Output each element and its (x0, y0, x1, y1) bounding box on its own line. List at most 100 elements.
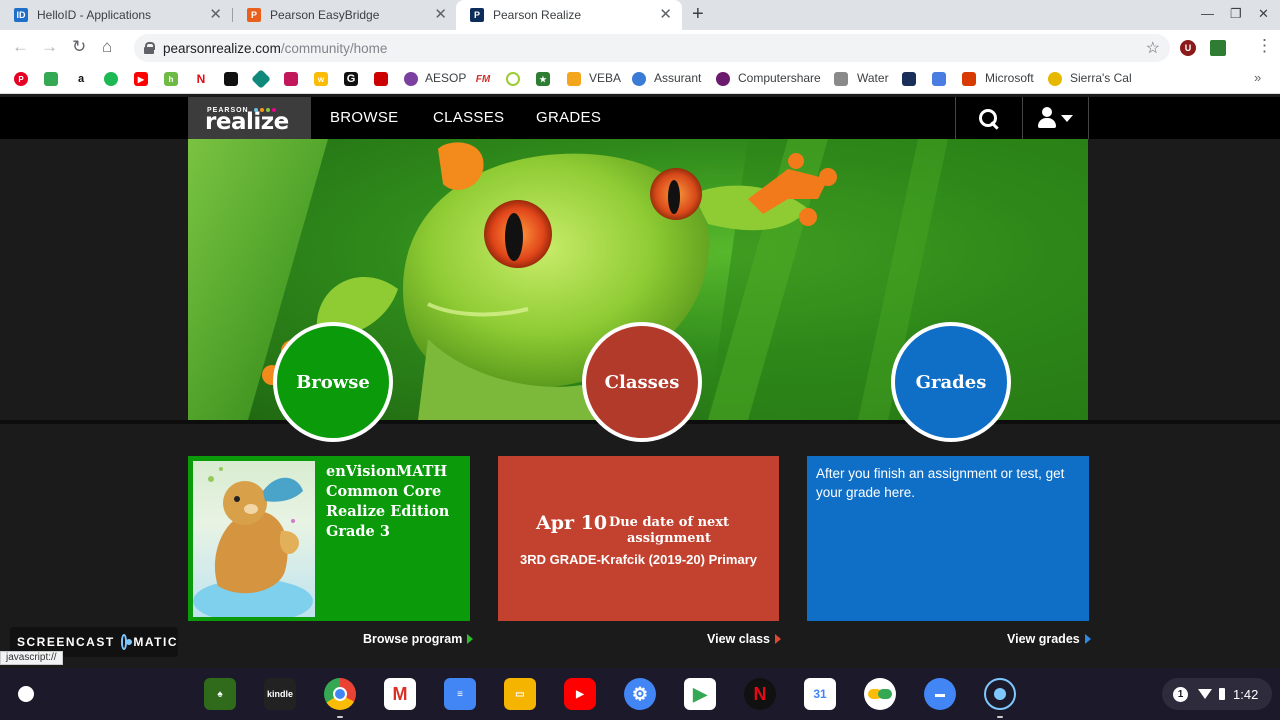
reload-icon[interactable]: ↻ (72, 37, 86, 57)
close-icon[interactable]: ✕ (659, 7, 672, 23)
bookmark-diamond-icon[interactable] (251, 69, 271, 89)
bookmark-veba[interactable]: VEBA (589, 71, 621, 85)
running-indicator (997, 716, 1003, 718)
google-slides-icon[interactable]: ▭ (504, 678, 536, 710)
grades-card[interactable]: After you finish an assignment or test, … (807, 456, 1089, 621)
tab-easybridge[interactable]: P Pearson EasyBridge ✕ (233, 0, 457, 30)
view-grades-link[interactable]: View grades (1007, 632, 1091, 646)
extension-green-icon[interactable] (1210, 40, 1226, 56)
google-docs-icon[interactable]: ≡ (444, 678, 476, 710)
home-icon[interactable]: ⌂ (102, 37, 112, 57)
chrome-icon[interactable] (324, 678, 356, 710)
solitaire-icon[interactable]: ♠ (204, 678, 236, 710)
aesop-icon[interactable] (404, 72, 418, 86)
logo-dot (254, 108, 258, 112)
bookmark-red-icon[interactable] (374, 72, 388, 86)
microsoft-icon[interactable] (962, 72, 976, 86)
browse-circle-button[interactable]: Browse (273, 322, 393, 442)
close-icon[interactable]: ✕ (434, 7, 447, 23)
nav-browse[interactable]: BROWSE (330, 109, 398, 126)
program-cover-image[interactable] (193, 461, 315, 623)
gmail-icon[interactable]: M (384, 678, 416, 710)
tab-label: Pearson Realize (493, 8, 582, 22)
pinterest-icon[interactable]: P (14, 72, 28, 86)
back-icon[interactable]: ← (12, 37, 29, 57)
status-tray[interactable]: 1 1:42 (1162, 678, 1272, 710)
computershare-icon[interactable] (716, 72, 730, 86)
grades-circle-button[interactable]: Grades (891, 322, 1011, 442)
program-title[interactable]: enVisionMATH Common Core Realize Edition… (326, 462, 449, 542)
nav-divider (955, 97, 956, 139)
forward-icon[interactable]: → (41, 37, 58, 57)
nav-divider (1022, 97, 1023, 139)
close-icon[interactable]: ✕ (209, 7, 222, 23)
view-class-label: View class (707, 632, 771, 646)
close-window-icon[interactable]: ✕ (1258, 6, 1269, 22)
bookmark-computershare[interactable]: Computershare (738, 71, 821, 85)
bookmark-owl-icon[interactable] (902, 72, 916, 86)
running-indicator (337, 716, 343, 718)
nav-classes[interactable]: CLASSES (433, 109, 504, 126)
assurant-icon[interactable] (632, 72, 646, 86)
record-dot (994, 688, 1006, 700)
hulu-icon[interactable]: h (164, 72, 178, 86)
google-calendar-icon[interactable]: 31 (804, 678, 836, 710)
browse-card[interactable]: enVisionMATH Common Core Realize Edition… (188, 456, 470, 623)
user-menu-icon[interactable] (1036, 107, 1076, 131)
fm-icon[interactable]: FM (476, 72, 490, 86)
realize-logo[interactable]: PEARSON realize (188, 97, 311, 139)
bookmark-star-icon[interactable]: ☆ (1146, 38, 1160, 58)
search-icon[interactable] (978, 108, 1000, 130)
bookmark-n-icon[interactable] (506, 72, 520, 86)
classes-card[interactable]: Apr 10 Due date of next assignment 3RD G… (498, 456, 779, 621)
settings-gear-icon[interactable]: ⚙ (624, 678, 656, 710)
chat-bubbles-icon[interactable] (864, 678, 896, 710)
user-torso (1038, 118, 1056, 128)
bookmark-calendar-icon[interactable] (284, 72, 298, 86)
sierra-icon[interactable] (1048, 72, 1062, 86)
bookmark-assurant[interactable]: Assurant (654, 71, 701, 85)
files-icon[interactable]: ▬ (924, 678, 956, 710)
bubble (878, 689, 892, 699)
bookmark-contact-icon[interactable] (932, 72, 946, 86)
view-class-link[interactable]: View class (707, 632, 782, 646)
veba-icon[interactable] (567, 72, 581, 86)
amazon-icon[interactable]: a (74, 72, 88, 86)
launcher-icon[interactable] (10, 678, 42, 710)
classes-circle-button[interactable]: Classes (582, 322, 702, 442)
water-icon[interactable] (834, 72, 848, 86)
nav-grades[interactable]: GRADES (536, 109, 601, 126)
browse-program-link[interactable]: Browse program (363, 632, 474, 646)
chromeos-shelf: ♠ kindle M ≡ ▭ ▶ ⚙ ▶ N 31 ▬ 1 1:42 (0, 668, 1280, 720)
youtube-icon[interactable]: ▶ (134, 72, 148, 86)
play-store-icon[interactable]: ▶ (684, 678, 716, 710)
screencast-app-icon[interactable] (984, 678, 1016, 710)
bookmark-water[interactable]: Water (857, 71, 889, 85)
logo-dot (260, 108, 264, 112)
netflix-icon[interactable]: N (194, 72, 208, 86)
spotify-icon[interactable] (104, 72, 118, 86)
bookmark-star-green-icon[interactable]: ★ (536, 72, 550, 86)
bookmark-microsoft[interactable]: Microsoft (985, 71, 1034, 85)
chrome-menu-icon[interactable]: ⋮ (1256, 36, 1273, 56)
new-tab-icon[interactable]: + (692, 3, 704, 26)
browser-toolbar: ← → ↻ ⌂ pearsonrealize.com /community/ho… (0, 30, 1280, 66)
netflix-app-icon[interactable]: N (744, 678, 776, 710)
bookmark-w-icon[interactable]: w (314, 72, 328, 86)
tab-pearson-realize[interactable]: P Pearson Realize ✕ (456, 0, 682, 30)
tab-helloid[interactable]: ID HelloID - Applications ✕ (0, 0, 232, 30)
bookmark-g-icon[interactable]: G (344, 72, 358, 86)
restore-icon[interactable]: ❐ (1230, 6, 1242, 22)
kindle-icon[interactable]: kindle (264, 678, 296, 710)
extension-u-icon[interactable]: U (1180, 40, 1196, 56)
minimize-icon[interactable]: — (1201, 6, 1214, 21)
youtube-app-icon[interactable]: ▶ (564, 678, 596, 710)
bookmark-sierras-cal[interactable]: Sierra's Cal (1070, 71, 1132, 85)
bookmark-dark-icon[interactable] (224, 72, 238, 86)
google-drive-icon[interactable] (44, 72, 58, 86)
program-title-line: Common Core (326, 483, 442, 500)
clock-time: 1:42 (1233, 686, 1259, 702)
address-bar[interactable]: pearsonrealize.com /community/home ☆ (134, 34, 1170, 62)
bookmark-aesop[interactable]: AESOP (425, 71, 466, 85)
chevron-double-right-icon[interactable]: » (1254, 70, 1261, 85)
